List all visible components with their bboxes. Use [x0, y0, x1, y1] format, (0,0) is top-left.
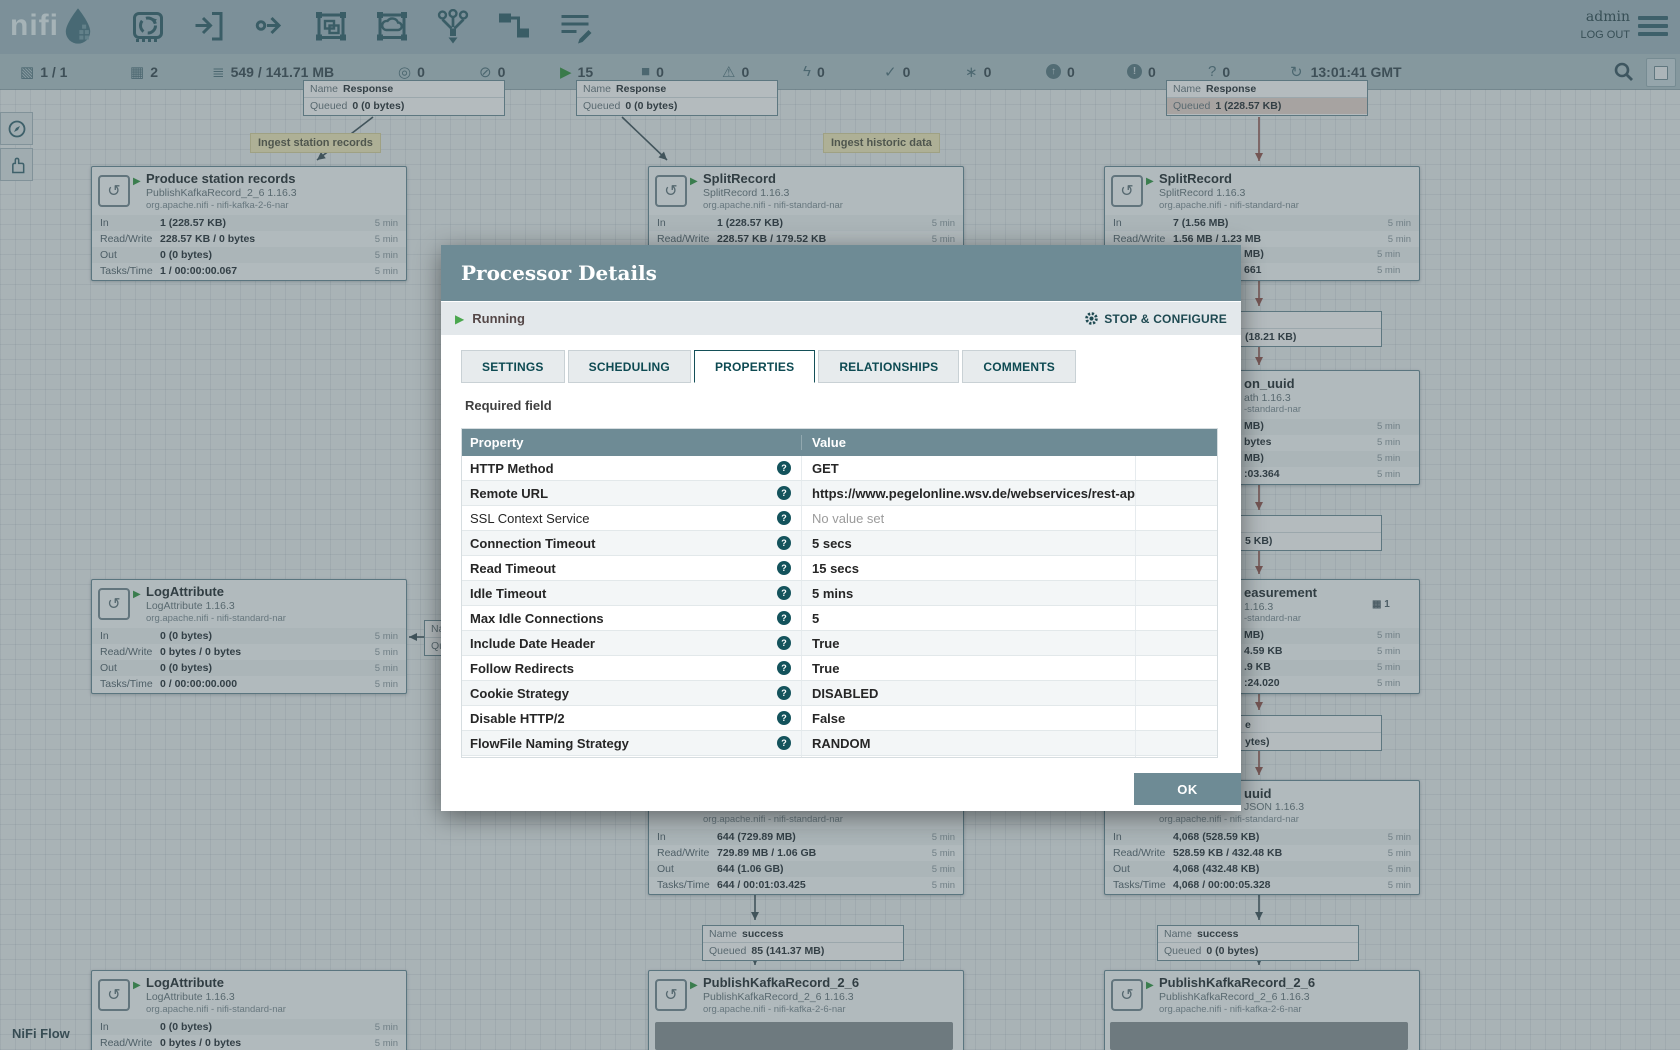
- property-name: Connection Timeout: [470, 536, 595, 551]
- help-icon[interactable]: ?: [777, 611, 791, 625]
- property-row: Connection Timeout ? 5 secs: [462, 531, 1217, 556]
- property-row: SSL Context Service ? No value set: [462, 506, 1217, 531]
- help-icon[interactable]: ?: [777, 511, 791, 525]
- ok-button[interactable]: OK: [1134, 773, 1241, 805]
- help-icon[interactable]: ?: [777, 486, 791, 500]
- property-value: DISABLED: [812, 686, 878, 701]
- run-state-label: Running: [472, 311, 525, 326]
- dialog-tabs: SETTINGSSCHEDULINGPROPERTIESRELATIONSHIP…: [461, 350, 1076, 383]
- property-value: https://www.pegelonline.wsv.de/webservic…: [812, 486, 1135, 501]
- property-value: True: [812, 661, 839, 676]
- help-icon[interactable]: ?: [777, 636, 791, 650]
- property-name: Cookie Strategy: [470, 686, 569, 701]
- property-name: HTTP Method: [470, 461, 554, 476]
- property-row: Disable HTTP/2 ? False: [462, 706, 1217, 731]
- help-icon[interactable]: ?: [777, 736, 791, 750]
- property-value: 5 mins: [812, 586, 853, 601]
- property-value: True: [812, 636, 839, 651]
- property-row: Cookie Strategy ? DISABLED: [462, 681, 1217, 706]
- running-icon: ▶: [455, 312, 464, 326]
- help-icon[interactable]: ?: [777, 561, 791, 575]
- property-row: Max Idle Connections ? 5: [462, 606, 1217, 631]
- help-icon[interactable]: ?: [777, 536, 791, 550]
- help-icon[interactable]: ?: [777, 686, 791, 700]
- property-value: RANDOM: [812, 736, 871, 751]
- property-row: Remote URL ? https://www.pegelonline.wsv…: [462, 481, 1217, 506]
- property-value: No value set: [812, 511, 884, 526]
- tab-relationships[interactable]: RELATIONSHIPS: [818, 350, 959, 383]
- tab-settings[interactable]: SETTINGS: [461, 350, 565, 383]
- properties-table-body: HTTP Method ? GET Remote URL ? https://w…: [462, 456, 1217, 758]
- property-name: Include Date Header: [470, 636, 595, 651]
- property-name: Remote URL: [470, 486, 548, 501]
- dialog-header: Processor Details: [441, 245, 1241, 301]
- property-name: Read Timeout: [470, 561, 556, 576]
- help-icon[interactable]: ?: [777, 661, 791, 675]
- nifi-app: nifi admin LOG OUT ▧1 / 1▦2≣549 / 141.71…: [0, 0, 1680, 1050]
- property-name: SSL Context Service: [470, 511, 589, 526]
- property-name: FlowFile Naming Strategy: [470, 736, 629, 751]
- dialog-status-bar: ▶ Running STOP & CONFIGURE: [441, 302, 1241, 335]
- required-field-note: Required field: [465, 398, 552, 413]
- property-name: Max Idle Connections: [470, 611, 604, 626]
- properties-table-header: Property Value: [462, 429, 1217, 456]
- property-name: Disable HTTP/2: [470, 711, 565, 726]
- property-row: HTTP Method ? GET: [462, 456, 1217, 481]
- stop-and-configure-button[interactable]: STOP & CONFIGURE: [1084, 311, 1227, 326]
- property-value: GET: [812, 461, 839, 476]
- property-value: False: [812, 711, 845, 726]
- help-icon[interactable]: ?: [777, 586, 791, 600]
- properties-table: Property Value HTTP Method ? GET Remote …: [461, 428, 1218, 758]
- tab-comments[interactable]: COMMENTS: [962, 350, 1076, 383]
- property-name: Follow Redirects: [470, 661, 574, 676]
- property-row: Follow Redirects ? True: [462, 656, 1217, 681]
- property-row: Idle Timeout ? 5 mins: [462, 581, 1217, 606]
- property-name: Idle Timeout: [470, 586, 546, 601]
- property-row: Include Date Header ? True: [462, 631, 1217, 656]
- help-icon[interactable]: ?: [777, 461, 791, 475]
- dialog-title: Processor Details: [461, 261, 657, 285]
- property-row: Read Timeout ? 15 secs: [462, 556, 1217, 581]
- value-column-header: Value: [802, 435, 1136, 450]
- gear-icon: [1084, 311, 1099, 326]
- property-row: Attributes to Send ? No value set: [462, 756, 1217, 758]
- property-value: 15 secs: [812, 561, 859, 576]
- property-value: 5: [812, 611, 819, 626]
- tab-properties[interactable]: PROPERTIES: [694, 350, 815, 383]
- processor-details-dialog: Processor Details ▶ Running STOP & CONFI…: [441, 245, 1241, 811]
- help-icon[interactable]: ?: [777, 711, 791, 725]
- property-column-header: Property: [462, 435, 802, 450]
- tab-scheduling[interactable]: SCHEDULING: [568, 350, 691, 383]
- property-row: FlowFile Naming Strategy ? RANDOM: [462, 731, 1217, 756]
- property-value: 5 secs: [812, 536, 852, 551]
